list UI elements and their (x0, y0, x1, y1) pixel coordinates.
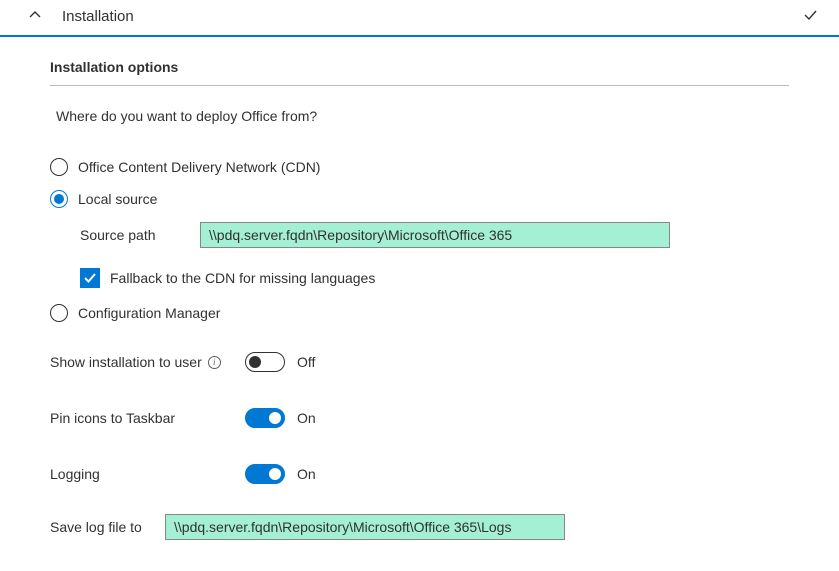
radio-config-manager[interactable]: Configuration Manager (50, 304, 789, 322)
show-install-state: Off (297, 354, 315, 370)
save-log-label: Save log file to (50, 519, 165, 535)
radio-local-label: Local source (78, 191, 157, 207)
section-header[interactable]: Installation (0, 0, 839, 37)
logging-toggle[interactable] (245, 464, 285, 484)
section-title: Installation (62, 8, 134, 25)
radio-cdn[interactable]: Office Content Delivery Network (CDN) (50, 158, 789, 176)
source-path-label: Source path (80, 227, 200, 243)
checkbox-checked-icon (80, 268, 100, 288)
deploy-prompt: Where do you want to deploy Office from? (56, 108, 789, 124)
chevron-up-icon (28, 8, 42, 25)
radio-cdn-label: Office Content Delivery Network (CDN) (78, 159, 320, 175)
pin-icons-toggle[interactable] (245, 408, 285, 428)
show-install-label: Show installation to user (50, 354, 202, 370)
radio-configmgr-label: Configuration Manager (78, 305, 220, 321)
fallback-checkbox[interactable]: Fallback to the CDN for missing language… (80, 268, 789, 288)
radio-circle-icon (50, 158, 68, 176)
radio-circle-icon (50, 304, 68, 322)
save-log-input[interactable] (165, 514, 565, 540)
pin-icons-state: On (297, 410, 316, 426)
info-icon[interactable]: i (208, 356, 221, 369)
pin-icons-label: Pin icons to Taskbar (50, 410, 175, 426)
fallback-label: Fallback to the CDN for missing language… (110, 270, 375, 286)
logging-state: On (297, 466, 316, 482)
radio-local-source[interactable]: Local source (50, 190, 789, 208)
subheading: Installation options (50, 59, 789, 86)
radio-selected-icon (50, 190, 68, 208)
check-icon (803, 8, 817, 25)
show-install-toggle[interactable] (245, 352, 285, 372)
source-path-input[interactable] (200, 222, 670, 248)
logging-label: Logging (50, 466, 100, 482)
